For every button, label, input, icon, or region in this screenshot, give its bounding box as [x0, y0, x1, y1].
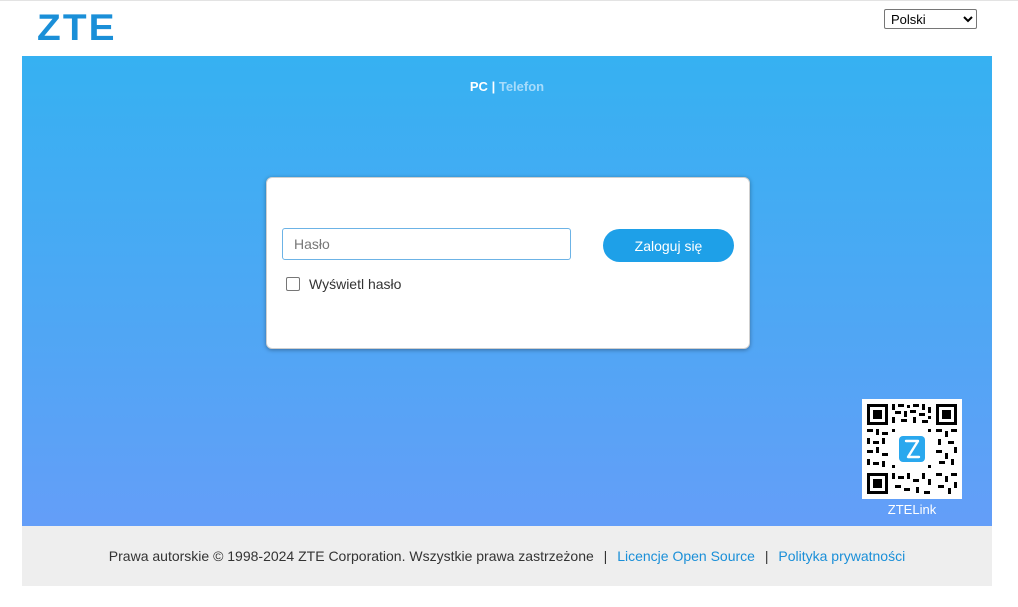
view-switch: PC | Telefon [22, 79, 992, 94]
phone-view-tab[interactable]: Telefon [499, 79, 544, 94]
privacy-policy-link[interactable]: Polityka prywatności [778, 548, 905, 564]
footer-separator: | [764, 548, 769, 564]
view-switch-separator: | [491, 79, 496, 94]
ztelink-qr: ZTELink [862, 399, 962, 517]
login-card: Zaloguj się Wyświetl hasło [266, 177, 750, 349]
page-footer: Prawa autorskie © 1998-2024 ZTE Corporat… [22, 526, 992, 586]
copyright-text: Prawa autorskie © 1998-2024 ZTE Corporat… [108, 548, 594, 564]
login-area: PC | Telefon Zaloguj się Wyświetl hasło [22, 56, 992, 526]
qr-code [862, 399, 962, 499]
login-button[interactable]: Zaloguj się [603, 229, 734, 262]
show-password-label[interactable]: Wyświetl hasło [309, 276, 401, 292]
show-password-checkbox[interactable] [286, 277, 300, 291]
show-password-toggle[interactable]: Wyświetl hasło [286, 276, 401, 292]
password-input[interactable] [282, 228, 571, 260]
pc-view-tab[interactable]: PC [470, 79, 488, 94]
open-source-licenses-link[interactable]: Licencje Open Source [617, 548, 755, 564]
language-select[interactable]: Polski [884, 9, 977, 29]
qr-code-graphic [862, 399, 962, 499]
zte-logo: ZTE [37, 7, 117, 48]
footer-separator: | [603, 548, 608, 564]
page-header: ZTE Polski [0, 1, 1018, 56]
qr-label: ZTELink [887, 502, 937, 517]
